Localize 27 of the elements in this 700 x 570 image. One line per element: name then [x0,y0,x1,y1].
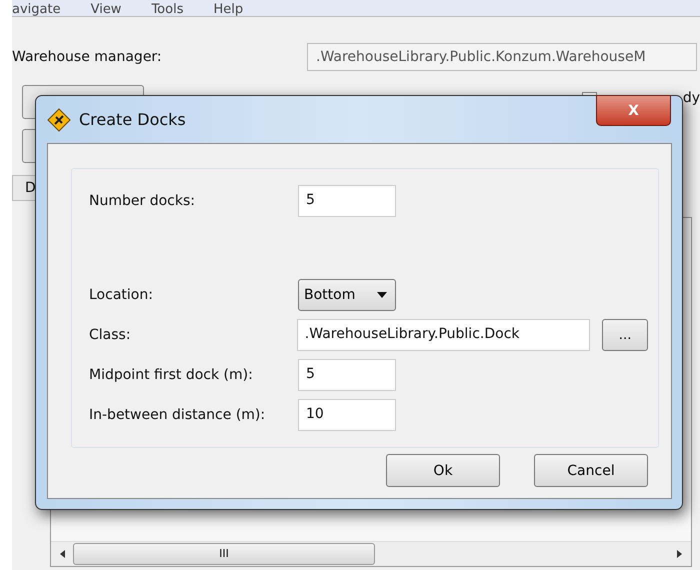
field-label: Location: [89,287,154,303]
dialog-button[interactable]: Ok [386,454,500,487]
menu-item[interactable]: Help [213,3,244,16]
scroll-left-icon[interactable] [59,549,67,559]
menu-item[interactable]: avigate [12,3,61,16]
menu-item[interactable]: Tools [151,3,184,16]
dropdown[interactable]: Bottom [298,279,396,311]
warehouse-manager-field[interactable]: .WarehouseLibrary.Public.Konzum.WarehouseM [307,43,697,71]
caret-icon [377,292,387,298]
warehouse-manager-label: Warehouse manager: [12,49,162,65]
field-label: In-between distance (m): [89,407,266,423]
field-label: Midpoint first dock (m): [89,367,254,383]
construction-sign-icon [47,108,71,132]
input-field[interactable]: 5 [298,359,396,391]
field-label: Number docks: [89,193,196,209]
menu-item[interactable]: View [90,3,122,16]
browse-button[interactable]: ... [602,319,648,351]
dialog-button[interactable]: Cancel [534,454,648,487]
field-label: Class: [89,327,132,343]
horizontal-scrollbar[interactable]: III [51,541,691,566]
scroll-right-icon[interactable] [675,549,683,559]
checkbox-label: dy [682,90,700,106]
input-field[interactable]: .WarehouseLibrary.Public.Dock [296,319,590,351]
input-field[interactable]: 10 [298,399,396,431]
input-field[interactable]: 5 [298,185,396,217]
dialog-title: Create Docks [79,110,186,129]
scrollbar-thumb[interactable]: III [73,543,375,565]
